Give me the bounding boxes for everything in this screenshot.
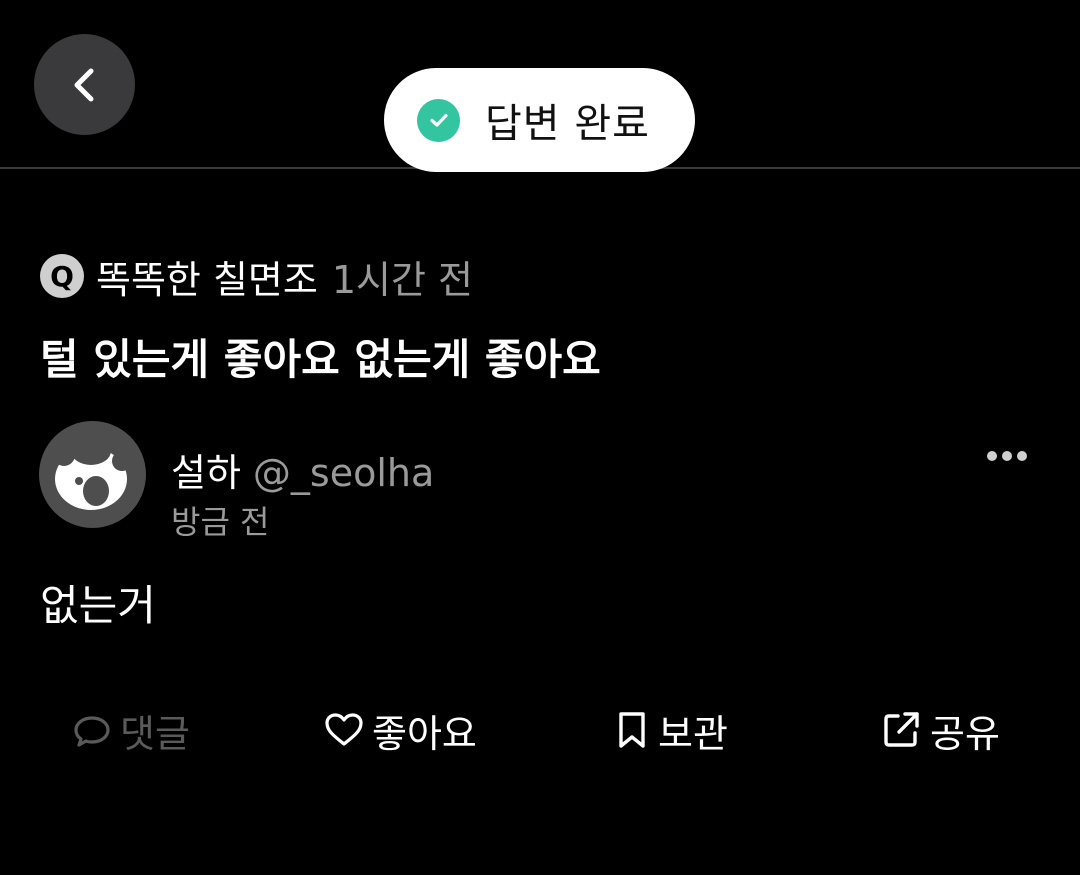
more-horizontal-icon [987, 451, 1027, 461]
answer-author-row: 설하 @_seolha [171, 442, 434, 497]
answer-author-handle[interactable]: @_seolha [253, 451, 434, 495]
question-badge: Q [40, 254, 84, 298]
back-button[interactable] [34, 34, 135, 135]
avatar[interactable] [39, 421, 146, 528]
comment-label: 댓글 [120, 711, 190, 756]
more-options-button[interactable] [980, 440, 1034, 472]
action-bar: 댓글 좋아요 보관 공유 [0, 700, 1080, 760]
answer-text: 없는거 [40, 581, 156, 630]
save-button[interactable]: 보관 [614, 700, 728, 760]
question-meta: Q 똑똑한 칠면조 1시간 전 [40, 252, 473, 302]
chevron-left-icon [74, 68, 93, 101]
check-circle-icon [417, 98, 460, 142]
bookmark-icon [619, 712, 645, 748]
like-button[interactable]: 좋아요 [324, 700, 477, 760]
answer-author-name[interactable]: 설하 [171, 442, 241, 497]
answer-time: 방금 전 [171, 503, 270, 541]
share-button[interactable]: 공유 [880, 700, 1000, 760]
question-text: 털 있는게 좋아요 없는게 좋아요 [40, 335, 601, 384]
share-icon [884, 712, 919, 747]
question-author[interactable]: 똑똑한 칠면조 [96, 249, 318, 304]
heart-icon [325, 713, 363, 746]
save-label: 보관 [658, 711, 728, 756]
comment-button[interactable]: 댓글 [72, 700, 190, 760]
like-label: 좋아요 [372, 711, 477, 756]
answer-complete-toast: 답변 완료 [384, 68, 695, 172]
toast-text: 답변 완료 [485, 101, 650, 147]
comment-icon [74, 716, 110, 747]
question-time: 1시간 전 [331, 257, 473, 302]
panda-avatar-icon [53, 437, 132, 510]
share-label: 공유 [930, 711, 1000, 756]
